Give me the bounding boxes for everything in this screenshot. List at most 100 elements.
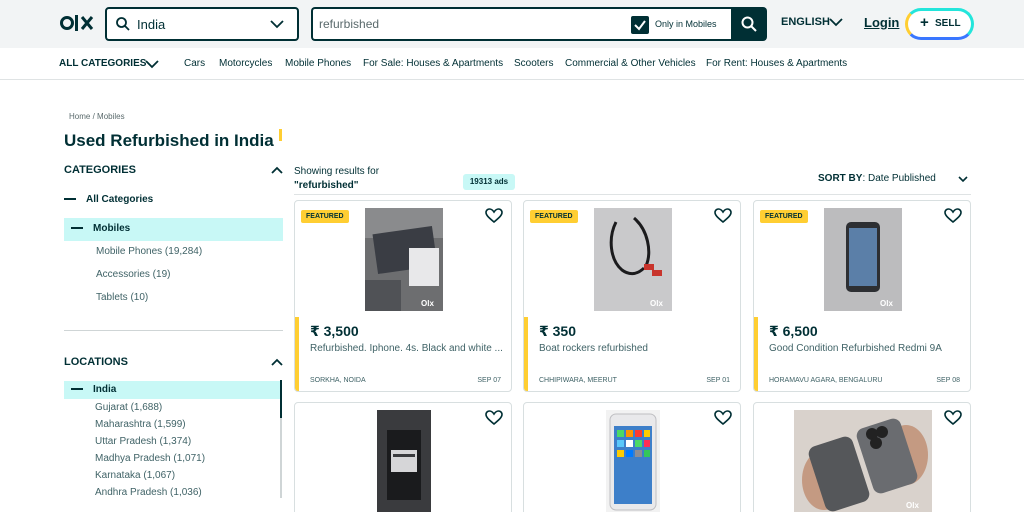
search-input[interactable]: refurbished Only in Mobiles: [311, 7, 731, 41]
svg-text:Olx: Olx: [880, 299, 893, 308]
nav-item-commercial-vehicles[interactable]: Commercial & Other Vehicles: [565, 58, 696, 69]
dash-icon: [71, 388, 83, 391]
chevron-down-icon[interactable]: [828, 15, 844, 29]
breadcrumb-home[interactable]: Home: [69, 112, 90, 121]
title-accent: [279, 129, 282, 141]
heart-icon[interactable]: [944, 410, 962, 426]
location-item[interactable]: Uttar Pradesh (1,374): [95, 436, 191, 447]
location-selector[interactable]: India: [105, 7, 299, 41]
chevron-up-icon[interactable]: [270, 164, 284, 176]
svg-text:Olx: Olx: [650, 299, 663, 308]
search-term: "refurbished": [294, 180, 359, 191]
listing-card[interactable]: FEATURED Olx ₹ 3,500 Refurbished. Iphone…: [294, 200, 512, 392]
location-item[interactable]: Madhya Pradesh (1,071): [95, 453, 205, 464]
heart-icon[interactable]: [714, 208, 732, 224]
nav-item-houses-sale[interactable]: For Sale: Houses & Apartments: [363, 58, 503, 69]
listing-title: Good Condition Refurbished Redmi 9A: [769, 343, 942, 354]
category-nav: ALL CATEGORIES Cars Motorcycles Mobile P…: [0, 48, 1024, 80]
olx-logo-icon[interactable]: [60, 12, 94, 34]
svg-text:Olx: Olx: [421, 299, 434, 308]
sell-label: SELL: [935, 18, 961, 29]
search-button[interactable]: [731, 7, 767, 41]
subcategory-accessories[interactable]: Accessories (19): [96, 269, 170, 280]
nav-item-houses-rent[interactable]: For Rent: Houses & Apartments: [706, 58, 847, 69]
location-item[interactable]: Karnataka (1,067): [95, 470, 175, 481]
all-categories-link[interactable]: All Categories: [64, 194, 153, 205]
chevron-down-icon[interactable]: [144, 57, 160, 71]
chevron-down-icon: [270, 20, 284, 29]
listing-card[interactable]: [294, 402, 512, 512]
location-scroll-track[interactable]: [280, 418, 282, 498]
location-item[interactable]: Maharashtra (1,599): [95, 419, 186, 430]
language-selector[interactable]: ENGLISH: [781, 16, 830, 28]
heart-icon[interactable]: [944, 208, 962, 224]
location-item[interactable]: Gujarat (1,688): [95, 402, 162, 413]
listing-card[interactable]: FEATURED Olx ₹ 350 Boat rockers refurbis…: [523, 200, 741, 392]
results-summary: Showing results for "refurbished": [294, 165, 379, 193]
nav-item-cars[interactable]: Cars: [184, 58, 205, 69]
subcategory-mobile-phones[interactable]: Mobile Phones (19,284): [96, 246, 202, 257]
featured-accent: [754, 317, 758, 391]
listing-price: ₹ 3,500: [310, 323, 359, 339]
locations-heading: LOCATIONS: [64, 356, 128, 368]
breadcrumb-mobiles[interactable]: Mobiles: [97, 112, 125, 121]
heart-icon[interactable]: [714, 410, 732, 426]
search-query-text: refurbished: [319, 17, 380, 31]
featured-badge: FEATURED: [301, 210, 349, 223]
sort-value: : Date Published: [862, 173, 936, 184]
listing-title: Refurbished. Iphone. 4s. Black and white…: [310, 343, 503, 354]
listing-card[interactable]: FEATURED Olx ₹ 6,500 Good Condition Refu…: [753, 200, 971, 392]
listing-photo: Olx: [594, 208, 672, 311]
listing-photo: Olx: [365, 208, 443, 311]
nav-item-scooters[interactable]: Scooters: [514, 58, 553, 69]
sort-selector[interactable]: SORT BY: Date Published: [818, 173, 936, 184]
listing-location: HORAMAVU AGARA, BENGALURU: [769, 377, 883, 384]
dash-icon: [71, 227, 83, 230]
all-categories-button[interactable]: ALL CATEGORIES: [59, 58, 146, 69]
listing-card[interactable]: [523, 402, 741, 512]
ads-count-badge: 19313 ads: [463, 174, 515, 190]
listing-location: CHHIPIWARA, MEERUT: [539, 377, 617, 384]
sell-button[interactable]: + SELL: [905, 8, 974, 40]
heart-icon[interactable]: [485, 410, 503, 426]
check-icon: [634, 20, 646, 31]
listing-card[interactable]: Olx: [753, 402, 971, 512]
listing-photo: [606, 410, 660, 512]
heart-icon[interactable]: [485, 208, 503, 224]
only-in-mobiles-checkbox[interactable]: [631, 16, 649, 34]
only-in-mobiles-label: Only in Mobiles: [655, 19, 717, 29]
categories-heading: CATEGORIES: [64, 164, 136, 176]
sort-label: SORT BY: [818, 173, 863, 184]
search-icon: [741, 16, 757, 32]
search-icon: [116, 17, 130, 31]
chevron-down-icon[interactable]: [957, 174, 969, 184]
location-india-label: India: [93, 384, 117, 395]
location-scrollbar[interactable]: [280, 380, 282, 418]
listing-location: SORKHA, NOIDA: [310, 377, 366, 384]
subcategory-tablets[interactable]: Tablets (10): [96, 292, 148, 303]
location-india[interactable]: India: [71, 384, 116, 395]
top-header: India refurbished Only in Mobiles ENGLIS…: [0, 0, 1024, 48]
showing-label: Showing results for: [294, 166, 380, 177]
location-value: India: [137, 17, 166, 32]
listing-date: SEP 01: [706, 377, 730, 384]
listing-date: SEP 07: [477, 377, 501, 384]
breadcrumb: Home / Mobiles: [69, 112, 125, 121]
page-title: Used Refurbished in India: [64, 131, 274, 150]
nav-item-mobile-phones[interactable]: Mobile Phones: [285, 58, 351, 69]
listing-price: ₹ 6,500: [769, 323, 818, 339]
featured-badge: FEATURED: [530, 210, 578, 223]
listing-photo: Olx: [794, 410, 932, 512]
category-mobiles[interactable]: Mobiles: [71, 223, 130, 234]
listing-price: ₹ 350: [539, 323, 576, 339]
all-categories-label: All Categories: [86, 194, 154, 205]
nav-item-motorcycles[interactable]: Motorcycles: [219, 58, 272, 69]
listing-title: Boat rockers refurbished: [539, 343, 648, 354]
featured-accent: [524, 317, 528, 391]
featured-badge: FEATURED: [760, 210, 808, 223]
chevron-up-icon[interactable]: [270, 356, 284, 368]
location-item[interactable]: Andhra Pradesh (1,036): [95, 487, 202, 498]
plus-icon: +: [920, 14, 929, 31]
listing-photo: [377, 410, 431, 512]
login-link[interactable]: Login: [864, 15, 899, 30]
